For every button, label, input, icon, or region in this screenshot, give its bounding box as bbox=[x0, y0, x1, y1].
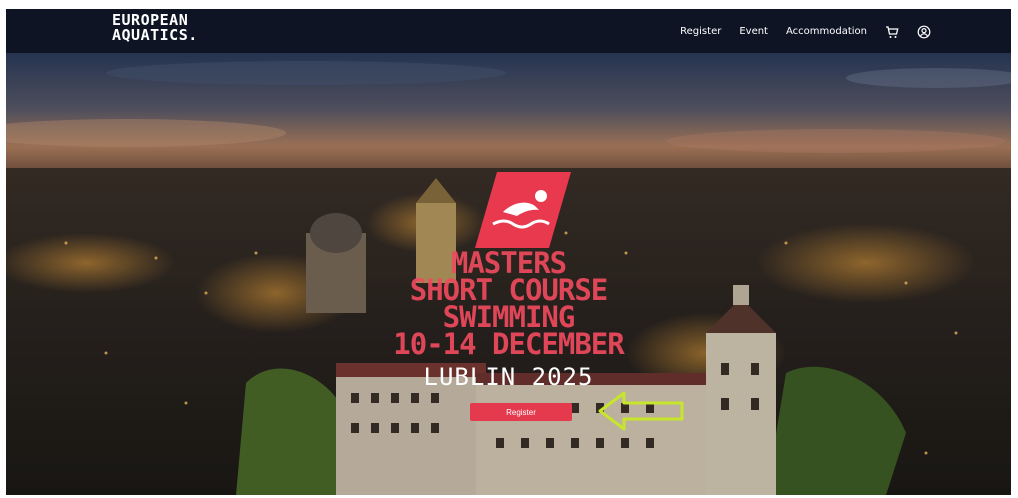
cart-icon[interactable] bbox=[885, 24, 899, 38]
nav-event-link[interactable]: Event bbox=[739, 26, 768, 37]
title-line-dates: 10-14 DECEMBER bbox=[393, 327, 624, 361]
event-location: LUBLIN 2025 bbox=[423, 363, 594, 391]
logo-line-2: AQUATICS. bbox=[112, 26, 198, 44]
event-title: MASTERS SHORT COURSE SWIMMING 10-14 DECE… bbox=[6, 249, 1011, 361]
masters-swimmer-logo-icon bbox=[475, 172, 571, 248]
nav-accommodation-link[interactable]: Accommodation bbox=[786, 26, 867, 37]
hero-banner: MASTERS SHORT COURSE SWIMMING 10-14 DECE… bbox=[6, 53, 1011, 495]
left-arrow-icon bbox=[598, 391, 684, 431]
european-aquatics-logo[interactable]: EUROPEAN AQUATICS. bbox=[112, 13, 198, 43]
nav-register-link[interactable]: Register bbox=[680, 26, 721, 37]
hero-content: MASTERS SHORT COURSE SWIMMING 10-14 DECE… bbox=[6, 53, 1011, 495]
user-account-icon[interactable] bbox=[917, 24, 931, 39]
top-navigation: EUROPEAN AQUATICS. Register Event Accomm… bbox=[6, 9, 1011, 53]
page-frame: EUROPEAN AQUATICS. Register Event Accomm… bbox=[6, 9, 1011, 495]
hero-register-button[interactable]: Register bbox=[470, 403, 572, 421]
nav-links: Register Event Accommodation bbox=[680, 24, 931, 39]
